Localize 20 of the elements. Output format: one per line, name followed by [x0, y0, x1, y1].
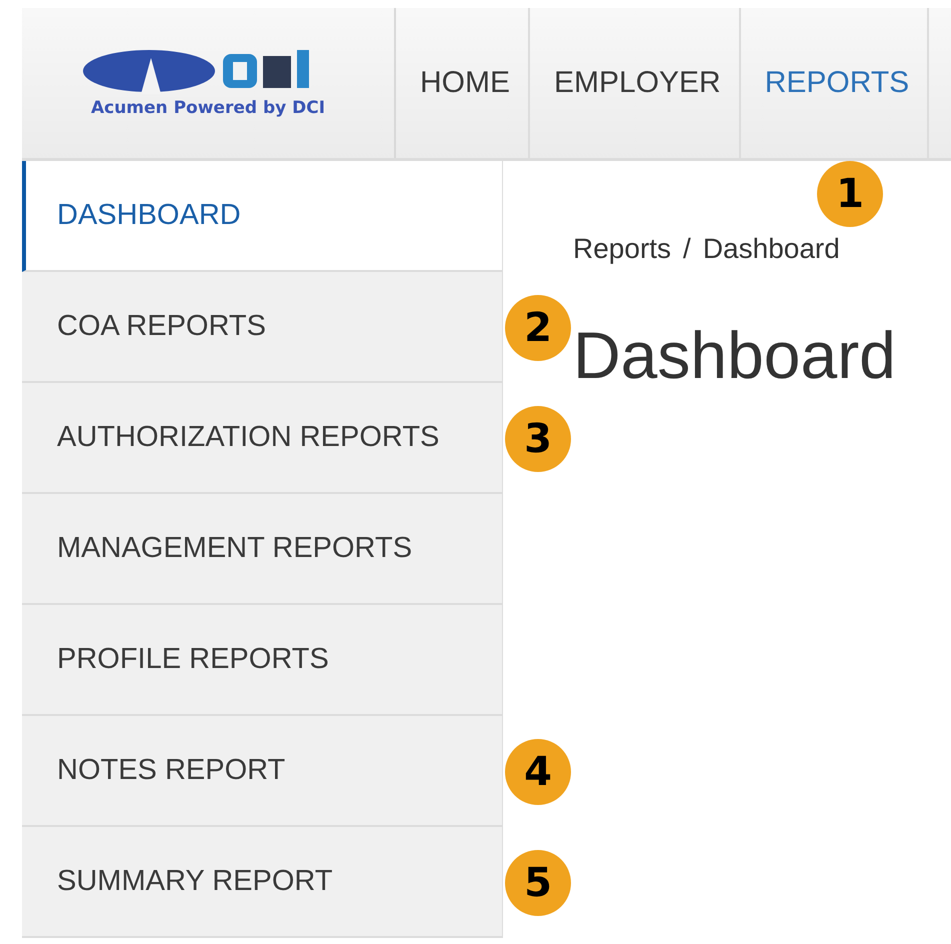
sidebar-item[interactable]: AUTHORIZATION REPORTS	[22, 383, 503, 494]
step-badge: 3	[505, 406, 571, 472]
sidebar-item[interactable]: NOTES REPORT	[22, 716, 503, 827]
breadcrumb-item[interactable]: Reports	[573, 233, 672, 265]
sidebar-item[interactable]: MANAGEMENT REPORTS	[22, 494, 503, 605]
page-title: Dashboard	[573, 317, 896, 393]
sidebar-item[interactable]: PROFILE REPORTS	[22, 605, 503, 716]
sidebar-item[interactable]: SUMMARY REPORT	[22, 827, 503, 938]
breadcrumb-separator: /	[683, 233, 691, 265]
sidebar-item[interactable]: COA REPORTS	[22, 272, 503, 383]
breadcrumb-item: Dashboard	[702, 233, 840, 265]
sidebar-item[interactable]: DASHBOARD	[22, 161, 503, 272]
logo-tagline: Acumen Powered by DCI	[90, 98, 326, 118]
nav-tab[interactable]: HOME	[396, 8, 530, 158]
step-badge: 4	[505, 738, 571, 804]
step-badge: 1	[817, 161, 883, 227]
step-badge: 5	[505, 850, 571, 916]
nav-tab[interactable]: REPORTS	[740, 8, 930, 158]
step-badge: 2	[505, 294, 571, 360]
nav-tab[interactable]: EMPLOYER	[530, 8, 741, 158]
